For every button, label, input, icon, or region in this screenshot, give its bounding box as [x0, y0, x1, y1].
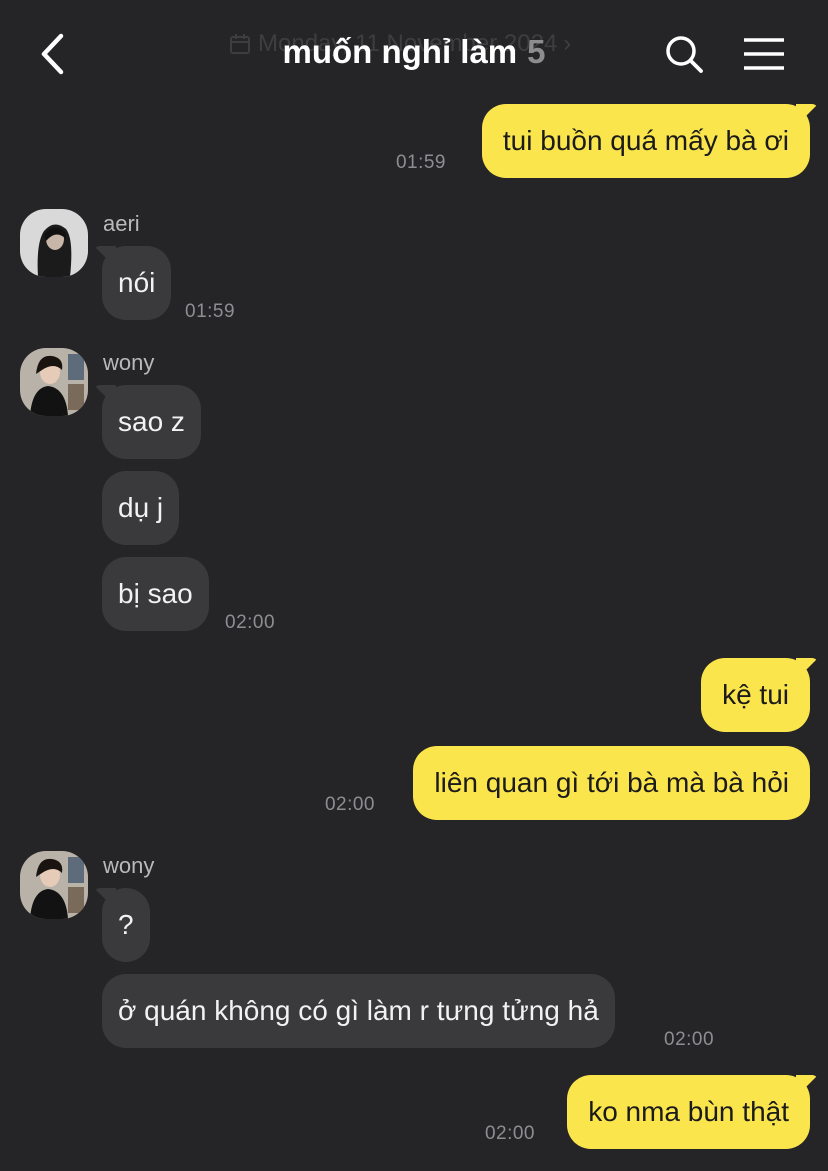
menu-button[interactable]: [742, 36, 786, 72]
search-button[interactable]: [662, 32, 706, 76]
sender-name: wony: [103, 853, 155, 878]
message-timestamp: 01:59: [395, 152, 446, 173]
avatar-aeri[interactable]: [20, 209, 88, 277]
message-bubble-mine[interactable]: liên quan gì tới bà mà bà hỏi: [413, 746, 810, 820]
hamburger-menu-icon: [744, 38, 784, 70]
member-count: 5: [527, 33, 546, 70]
message-timestamp: 02:00: [664, 1029, 715, 1050]
avatar-wony[interactable]: [20, 348, 88, 416]
message-bubble-theirs[interactable]: ?: [102, 888, 150, 962]
message-bubble-theirs[interactable]: ở quán không có gì làm r tưng tửng hả: [102, 974, 615, 1048]
chat-header: Monday, 11 November 2024 › muốn nghỉ làm…: [0, 0, 828, 100]
message-bubble-theirs[interactable]: nói: [102, 246, 172, 320]
message-bubble-mine[interactable]: ko nma bùn thật: [567, 1075, 810, 1149]
sender-name: aeri: [103, 211, 140, 236]
message-timestamp: 02:00: [484, 1123, 535, 1144]
message-bubble-mine[interactable]: kệ tui: [701, 658, 810, 732]
avatar-wony[interactable]: [20, 851, 88, 919]
search-icon: [666, 36, 703, 73]
message-bubble-theirs[interactable]: dụ j: [102, 471, 180, 545]
group-name: muốn nghỉ làm: [282, 33, 518, 70]
message-bubble-mine[interactable]: tui buồn quá mấy bà ơi: [481, 104, 810, 178]
message-bubble-theirs[interactable]: sao z: [102, 385, 201, 459]
message-timestamp: 01:59: [185, 301, 236, 322]
message-bubble-theirs[interactable]: bị sao: [102, 557, 209, 631]
sender-name: wony: [103, 350, 155, 375]
message-timestamp: 02:00: [225, 612, 276, 633]
message-timestamp: 02:00: [324, 794, 375, 815]
